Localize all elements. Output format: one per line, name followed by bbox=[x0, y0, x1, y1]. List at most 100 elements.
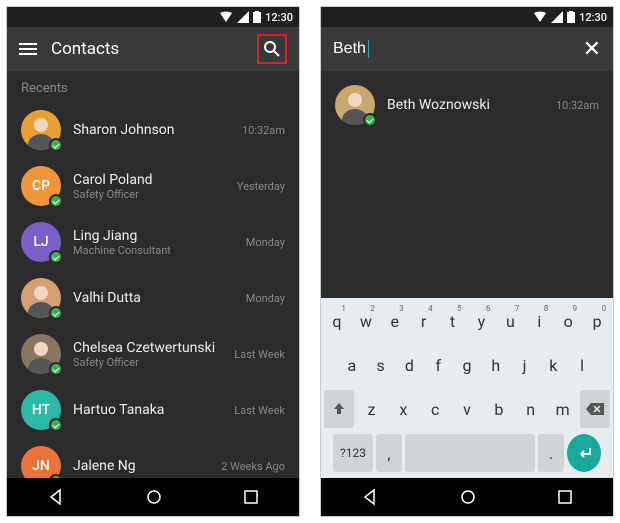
status-time: 12:30 bbox=[265, 11, 293, 24]
presence-icon bbox=[49, 138, 63, 152]
recents-icon[interactable] bbox=[243, 489, 259, 505]
key-z[interactable]: z bbox=[357, 390, 386, 428]
key-n[interactable]: n bbox=[516, 390, 545, 428]
key-x[interactable]: x bbox=[389, 390, 418, 428]
key-w[interactable]: w2 bbox=[353, 302, 379, 340]
battery-icon bbox=[253, 11, 261, 23]
list-item[interactable]: Beth Woznowski 10:32am bbox=[321, 77, 613, 133]
presence-icon bbox=[49, 306, 63, 320]
app-bar: Contacts bbox=[7, 27, 299, 71]
list-item[interactable]: LJ Ling JiangMachine Consultant Monday bbox=[7, 214, 299, 270]
timestamp: Last Week bbox=[234, 404, 285, 417]
list-item[interactable]: JN Jalene Ng 2 Weeks Ago bbox=[7, 438, 299, 478]
timestamp: Last Week bbox=[234, 348, 285, 361]
search-bar: ✕ bbox=[321, 27, 613, 71]
presence-icon bbox=[49, 418, 63, 432]
timestamp: Monday bbox=[246, 292, 285, 305]
back-icon[interactable] bbox=[47, 488, 65, 506]
status-time: 12:30 bbox=[579, 11, 607, 24]
key-s[interactable]: s bbox=[368, 346, 394, 384]
presence-icon bbox=[49, 362, 63, 376]
key-v[interactable]: v bbox=[453, 390, 482, 428]
contact-subtitle: Machine Consultant bbox=[73, 244, 234, 257]
key-b[interactable]: b bbox=[484, 390, 513, 428]
contact-name: Hartuo Tanaka bbox=[73, 402, 222, 418]
key-j[interactable]: j bbox=[512, 346, 538, 384]
avatar bbox=[21, 334, 61, 374]
timestamp: 10:32am bbox=[556, 99, 599, 112]
key-m[interactable]: m bbox=[548, 390, 577, 428]
key-k[interactable]: k bbox=[540, 346, 566, 384]
page-title: Contacts bbox=[51, 39, 243, 59]
key-f[interactable]: f bbox=[425, 346, 451, 384]
wifi-icon bbox=[219, 11, 233, 23]
contact-name: Ling Jiang bbox=[73, 228, 234, 244]
android-navbar bbox=[7, 478, 299, 516]
comma-key[interactable]: , bbox=[376, 434, 402, 472]
wifi-icon bbox=[533, 11, 547, 23]
recents-icon[interactable] bbox=[557, 489, 573, 505]
search-results[interactable]: Beth Woznowski 10:32am bbox=[321, 71, 613, 298]
numbers-key[interactable]: ?123 bbox=[333, 434, 373, 472]
presence-icon bbox=[49, 250, 63, 264]
backspace-key[interactable] bbox=[580, 390, 610, 428]
key-y[interactable]: y6 bbox=[469, 302, 495, 340]
timestamp: Yesterday bbox=[237, 180, 285, 193]
avatar: JN bbox=[21, 446, 61, 478]
home-icon[interactable] bbox=[145, 488, 163, 506]
period-key[interactable]: . bbox=[538, 434, 564, 472]
key-e[interactable]: e3 bbox=[382, 302, 408, 340]
keyboard: q1w2e3r4t5y6u7i8o9p0 asdfghjkl zxcvbnm ?… bbox=[321, 298, 613, 478]
key-i[interactable]: i8 bbox=[526, 302, 552, 340]
list-item[interactable]: Chelsea CzetwertunskiSafety Officer Last… bbox=[7, 326, 299, 382]
close-icon[interactable]: ✕ bbox=[583, 37, 601, 62]
list-item[interactable]: Valhi Dutta Monday bbox=[7, 270, 299, 326]
home-icon[interactable] bbox=[459, 488, 477, 506]
timestamp: Monday bbox=[246, 236, 285, 249]
search-icon bbox=[263, 40, 281, 58]
key-u[interactable]: u7 bbox=[497, 302, 523, 340]
key-d[interactable]: d bbox=[397, 346, 423, 384]
key-a[interactable]: a bbox=[339, 346, 365, 384]
avatar bbox=[335, 85, 375, 125]
list-item[interactable]: HT Hartuo Tanaka Last Week bbox=[7, 382, 299, 438]
shift-key[interactable] bbox=[324, 390, 354, 428]
contact-name: Chelsea Czetwertunski bbox=[73, 340, 222, 356]
key-l[interactable]: l bbox=[569, 346, 595, 384]
contact-name: Sharon Johnson bbox=[73, 122, 230, 138]
android-navbar bbox=[321, 478, 613, 516]
list-item[interactable]: CP Carol PolandSafety Officer Yesterday bbox=[7, 158, 299, 214]
contact-subtitle: Safety Officer bbox=[73, 356, 222, 369]
signal-icon bbox=[237, 11, 249, 23]
timestamp: 2 Weeks Ago bbox=[221, 460, 285, 473]
battery-icon bbox=[567, 11, 575, 23]
space-key[interactable] bbox=[405, 434, 535, 472]
key-c[interactable]: c bbox=[421, 390, 450, 428]
signal-icon bbox=[551, 11, 563, 23]
avatar: LJ bbox=[21, 222, 61, 262]
enter-key[interactable] bbox=[567, 434, 601, 472]
status-bar: 12:30 bbox=[7, 7, 299, 27]
avatar: CP bbox=[21, 166, 61, 206]
avatar bbox=[21, 110, 61, 150]
hamburger-icon[interactable] bbox=[19, 43, 37, 55]
search-button[interactable] bbox=[257, 34, 287, 64]
key-t[interactable]: t5 bbox=[440, 302, 466, 340]
text-caret bbox=[368, 40, 369, 58]
key-p[interactable]: p0 bbox=[584, 302, 610, 340]
list-item[interactable]: Sharon Johnson 10:32am bbox=[7, 102, 299, 158]
key-g[interactable]: g bbox=[454, 346, 480, 384]
contact-name: Carol Poland bbox=[73, 172, 225, 188]
key-o[interactable]: o9 bbox=[555, 302, 581, 340]
phone-left: 12:30 Contacts Recents Sharon Johnson 10… bbox=[6, 6, 300, 517]
presence-icon bbox=[363, 113, 377, 127]
key-h[interactable]: h bbox=[483, 346, 509, 384]
key-r[interactable]: r4 bbox=[411, 302, 437, 340]
back-icon[interactable] bbox=[361, 488, 379, 506]
avatar bbox=[21, 278, 61, 318]
avatar: HT bbox=[21, 390, 61, 430]
presence-icon bbox=[49, 194, 63, 208]
contacts-list[interactable]: Recents Sharon Johnson 10:32am CP Carol … bbox=[7, 71, 299, 478]
timestamp: 10:32am bbox=[242, 124, 285, 137]
key-q[interactable]: q1 bbox=[324, 302, 350, 340]
